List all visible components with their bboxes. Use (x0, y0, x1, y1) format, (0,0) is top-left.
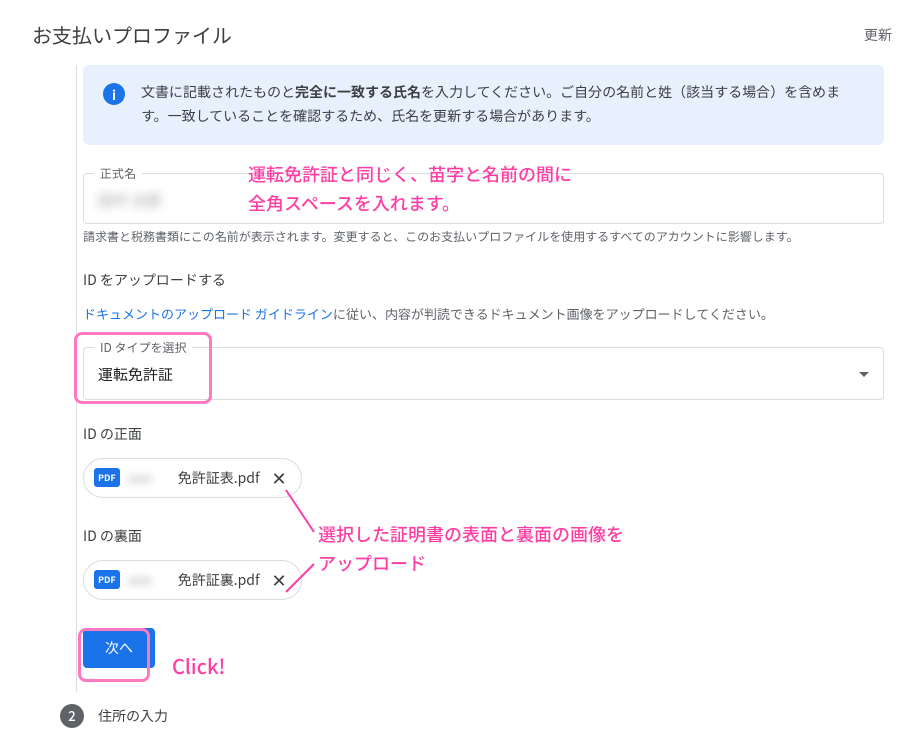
step-2-row: 2 住所の入力 (60, 692, 924, 740)
info-icon: i (103, 83, 125, 105)
legal-name-value: 田中 太郎 (98, 190, 869, 211)
info-text-bold: 完全に一致する氏名 (295, 82, 421, 102)
id-front-file-chip: PDF aaa 免許証表.pdf ✕ (83, 458, 302, 498)
content-panel: i 文書に記載されたものと完全に一致する氏名を入力してください。ご自分の名前と姓… (76, 65, 924, 692)
step-2-badge: 2 (60, 704, 84, 728)
id-back-name-blur: aaa (128, 570, 170, 590)
next-button[interactable]: 次へ (83, 628, 155, 668)
legal-name-helper: 請求書と税務書類にこの名前が表示されます。変更すると、このお支払いプロファイルを… (83, 228, 884, 246)
remove-back-file-icon[interactable]: ✕ (268, 567, 291, 593)
id-front-name-blur: aaa (128, 468, 170, 488)
update-link[interactable]: 更新 (864, 25, 892, 45)
id-back-label: ID の裏面 (83, 526, 884, 546)
chevron-down-icon (859, 372, 869, 377)
upload-guideline: ドキュメントのアップロード ガイドラインに従い、内容が判読できるドキュメント画像… (83, 304, 884, 323)
info-banner: i 文書に記載されたものと完全に一致する氏名を入力してください。ご自分の名前と姓… (83, 65, 884, 145)
remove-front-file-icon[interactable]: ✕ (268, 465, 291, 491)
id-back-filename: 免許証裏.pdf (178, 570, 260, 590)
id-front-label: ID の正面 (83, 424, 884, 444)
pdf-icon: PDF (94, 468, 120, 487)
id-type-value: 運転免許証 (98, 364, 173, 385)
pdf-icon: PDF (94, 570, 120, 589)
id-type-select[interactable]: ID タイプを選択 運転免許証 (83, 347, 884, 400)
upload-guideline-text: に従い、内容が判読できるドキュメント画像をアップロードしてください。 (333, 304, 774, 323)
page-header: お支払いプロファイル 更新 (0, 0, 924, 65)
legal-name-label: 正式名 (94, 165, 142, 182)
id-type-label: ID タイプを選択 (94, 339, 192, 356)
info-text-pre: 文書に記載されたものと (141, 82, 295, 102)
id-front-filename: 免許証表.pdf (178, 468, 260, 488)
upload-guideline-link[interactable]: ドキュメントのアップロード ガイドライン (83, 304, 333, 323)
legal-name-field[interactable]: 正式名 田中 太郎 (83, 173, 884, 224)
step-2-label: 住所の入力 (98, 706, 168, 726)
id-back-file-chip: PDF aaa 免許証裏.pdf ✕ (83, 560, 302, 600)
upload-id-title: ID をアップロードする (83, 270, 884, 290)
page-title: お支払いプロファイル (32, 20, 232, 49)
info-text: 文書に記載されたものと完全に一致する氏名を入力してください。ご自分の名前と姓（該… (141, 81, 864, 129)
